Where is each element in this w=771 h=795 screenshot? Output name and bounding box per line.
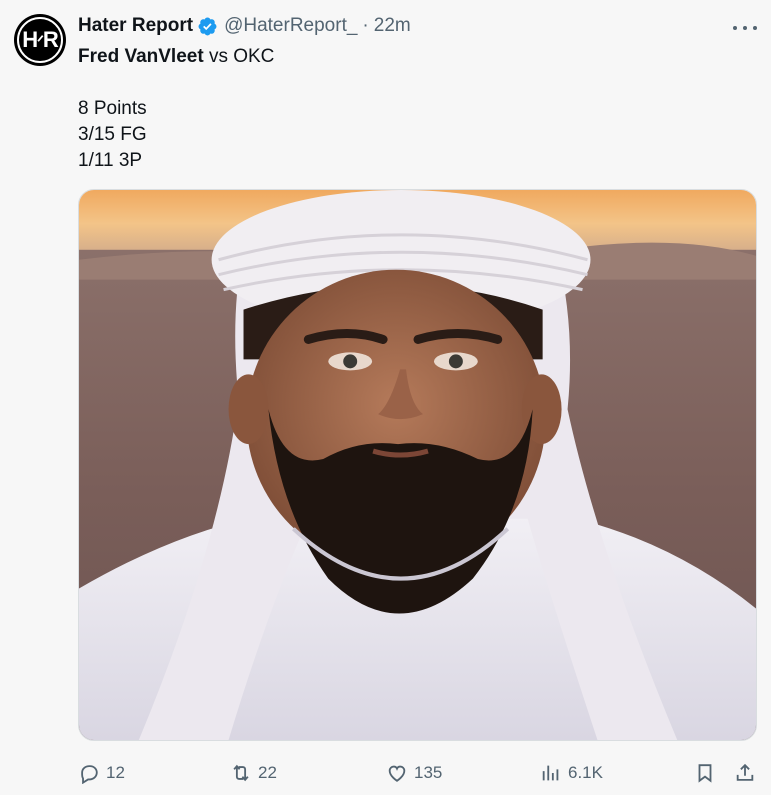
tweet-actions: 12 22 135 6.1K xyxy=(0,758,771,788)
stat-line: 8 Points xyxy=(78,98,147,119)
share-button[interactable] xyxy=(734,758,756,788)
dot xyxy=(753,26,757,30)
avatar-logo-text: HᐟR xyxy=(22,27,59,52)
verified-badge-icon xyxy=(198,17,217,35)
stat-line: 1/11 3P xyxy=(78,150,143,171)
reply-icon xyxy=(81,765,98,784)
tweet-text: Fred VanVleet vs OKC 8 Points 3/15 FG 1/… xyxy=(78,44,738,174)
views-button[interactable]: 6.1K xyxy=(540,758,603,788)
reply-button[interactable]: 12 xyxy=(78,758,125,788)
tweet-header: Hater Report @HaterReport_ · 22m xyxy=(78,14,411,38)
opponent-text: vs OKC xyxy=(203,46,275,67)
display-name[interactable]: Hater Report xyxy=(78,15,193,37)
handle[interactable]: @HaterReport_ xyxy=(224,15,357,37)
avatar[interactable]: HᐟR xyxy=(14,14,66,66)
reply-count: 12 xyxy=(106,763,125,782)
dot xyxy=(733,26,737,30)
stat-line: 3/15 FG xyxy=(78,124,147,145)
like-count: 135 xyxy=(414,763,443,782)
views-count: 6.1K xyxy=(568,763,603,782)
dot xyxy=(743,26,747,30)
repost-count: 22 xyxy=(258,763,277,782)
photo-illustration xyxy=(79,190,756,740)
bookmark-icon xyxy=(698,764,712,783)
repost-icon xyxy=(233,764,249,782)
separator-dot: · xyxy=(362,15,369,36)
like-button[interactable]: 135 xyxy=(386,758,442,788)
player-name: Fred VanVleet xyxy=(78,46,204,67)
bar-chart-icon xyxy=(542,765,559,781)
bookmark-button[interactable] xyxy=(694,758,716,788)
timestamp[interactable]: 22m xyxy=(374,15,411,37)
heart-icon xyxy=(388,765,406,782)
repost-button[interactable]: 22 xyxy=(230,758,277,788)
share-icon xyxy=(736,763,754,781)
tweet-line-1: Fred VanVleet vs OKC xyxy=(78,44,738,70)
more-options-icon[interactable] xyxy=(733,18,757,38)
tweet-image[interactable] xyxy=(78,189,757,741)
